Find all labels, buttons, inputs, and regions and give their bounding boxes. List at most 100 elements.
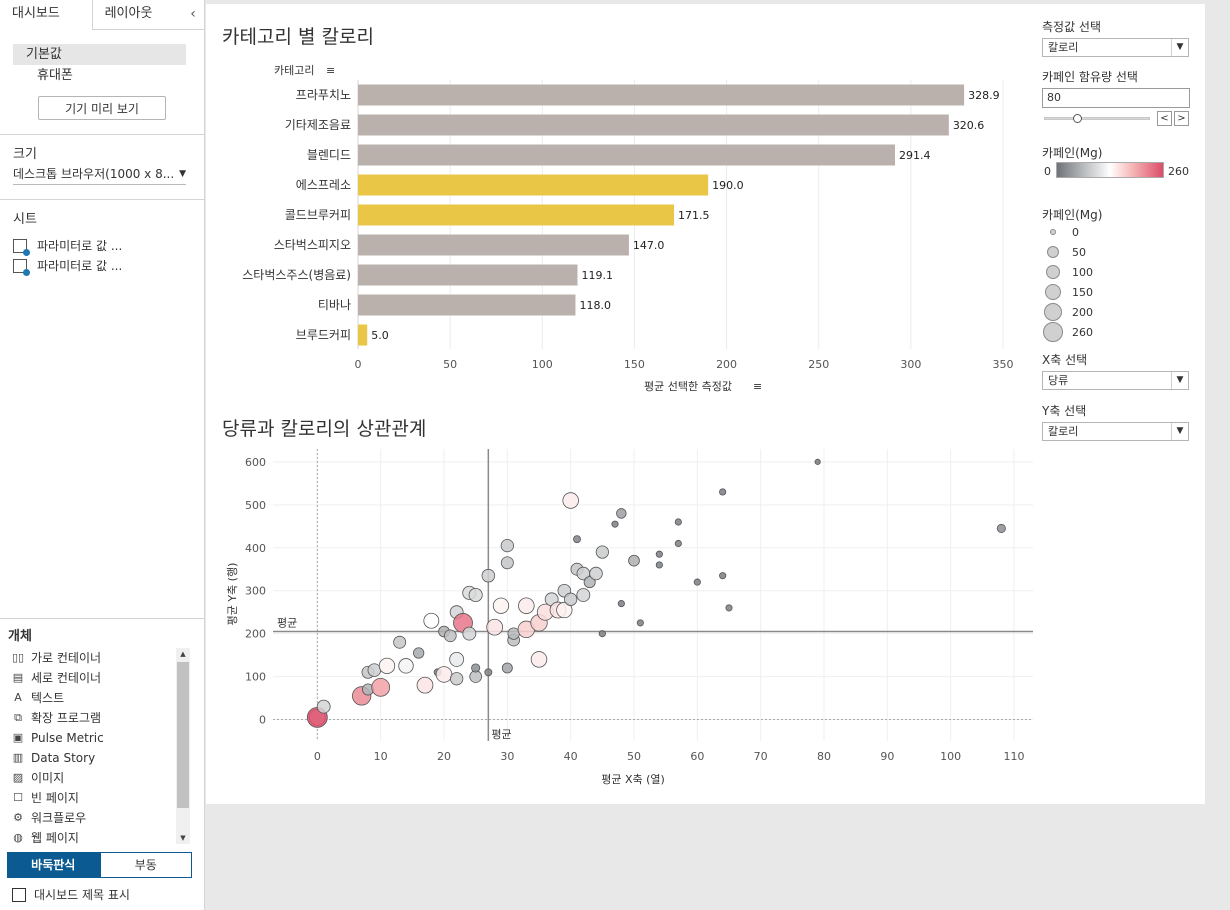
bar-category-label: 블렌디드 [307, 148, 351, 162]
scatter-point [573, 535, 581, 544]
scatter-point [725, 604, 733, 612]
object-item[interactable]: ▯▯ 가로 컨테이너 [0, 648, 191, 668]
scatter-point [518, 597, 535, 614]
bar-category-label: 프라푸치노 [296, 88, 351, 102]
object-label: Data Story [31, 751, 96, 765]
tiled-button[interactable]: 바둑판식 [7, 852, 100, 878]
bar-x-tick-label: 250 [808, 358, 829, 371]
sheet-item[interactable]: 파라미터로 값 ... [0, 236, 204, 256]
image-icon: ▨ [12, 771, 24, 784]
object-item[interactable]: ▥ Data Story [0, 748, 191, 768]
bar-category-label: 에스프레소 [296, 178, 351, 192]
scatter-point [416, 676, 434, 694]
object-item[interactable]: ▨ 이미지 [0, 768, 191, 788]
bar-x-tick-label: 100 [532, 358, 553, 371]
caffeine-param-input[interactable]: 80 [1042, 88, 1190, 108]
floating-button[interactable]: 부동 [99, 852, 192, 878]
vertical-container-icon: ▤ [12, 671, 24, 684]
size-legend-dot [1050, 229, 1056, 235]
collapse-panel-icon[interactable]: ‹ [182, 0, 204, 29]
layout-mode-toggle: 바둑판식 부동 [7, 852, 192, 878]
bar-category-label: 스타벅스피지오 [274, 238, 351, 252]
object-label: Pulse Metric [31, 731, 104, 745]
scroll-down-icon[interactable]: ▼ [176, 832, 190, 844]
scatter-point [371, 677, 391, 697]
scroll-up-icon[interactable]: ▲ [176, 648, 190, 660]
scatter-point [589, 566, 603, 581]
scatter-x-tick-label: 110 [1004, 750, 1025, 763]
bar-value-label: 5.0 [371, 329, 389, 342]
scatter-point [564, 592, 578, 606]
scatter-point [562, 492, 579, 509]
scatter-y-tick-label: 300 [245, 585, 266, 598]
checkbox-icon [12, 887, 26, 902]
caffeine-param-label: 카페인 함유량 선택 [1042, 70, 1138, 84]
object-item[interactable]: ▤ 세로 컨테이너 [0, 668, 191, 688]
object-item[interactable]: ◍ 웹 페이지 [0, 828, 191, 844]
scatter-point [719, 572, 727, 580]
scatter-point [693, 578, 701, 586]
scatter-y-tick-label: 200 [245, 628, 266, 641]
scatter-y-tick-label: 500 [245, 499, 266, 512]
scatter-point [484, 668, 493, 677]
scatter-point [814, 458, 821, 465]
scatter-point [996, 523, 1006, 533]
x-axis-dropdown[interactable]: 당류 ▼ [1042, 371, 1189, 390]
y-axis-dropdown-value: 칼로리 [1048, 425, 1079, 438]
device-phone[interactable]: 휴대폰 [13, 65, 186, 86]
size-legend-item: 260 [1042, 322, 1093, 342]
chevron-down-icon: ▼ [1171, 39, 1188, 56]
scatter-point [501, 662, 513, 674]
caffeine-slider-thumb[interactable] [1072, 114, 1082, 123]
bar-value-label: 291.4 [899, 149, 931, 162]
y-axis-dropdown[interactable]: 칼로리 ▼ [1042, 422, 1189, 441]
chevron-down-icon: ▼ [1171, 423, 1188, 440]
bar-value-label: 118.0 [579, 299, 611, 312]
scatter-x-tick-label: 0 [314, 750, 321, 763]
scatter-point [481, 568, 496, 583]
bar [358, 114, 949, 136]
size-legend-swatch [1042, 322, 1064, 342]
measure-dropdown[interactable]: 칼로리 ▼ [1042, 38, 1189, 57]
bar-x-tick-label: 200 [716, 358, 737, 371]
scatter-point [492, 597, 510, 614]
device-default[interactable]: 기본값 [13, 44, 186, 65]
object-item[interactable]: A 텍스트 [0, 688, 191, 708]
bar [358, 84, 965, 106]
size-dropdown-value: 데스크톱 브라우저(1000 x 8... [13, 167, 175, 181]
scatter-point [398, 658, 414, 674]
scatter-x-tick-label: 20 [437, 750, 451, 763]
size-dropdown[interactable]: 데스크톱 브라우저(1000 x 8... ▼ [13, 163, 186, 185]
tab-layout[interactable]: 레이아웃 [93, 0, 183, 30]
scatter-x-tick-label: 10 [374, 750, 388, 763]
size-legend-dot [1046, 245, 1060, 259]
sheet-item[interactable]: 파라미터로 값 ... [0, 256, 204, 276]
device-preview-button[interactable]: 기기 미리 보기 [38, 96, 166, 120]
bar [358, 294, 576, 316]
bar [358, 174, 709, 196]
object-item[interactable]: ☐ 빈 페이지 [0, 788, 191, 808]
show-dashboard-title-checkbox[interactable]: 대시보드 제목 표시 [12, 886, 130, 903]
size-legend-item: 200 [1042, 302, 1093, 322]
caffeine-slider-track[interactable] [1044, 117, 1150, 120]
objects-scrollbar[interactable]: ▲ ▼ [176, 648, 190, 844]
scroll-thumb[interactable] [177, 662, 189, 808]
color-legend-title: 카페인(Mg) [1042, 146, 1103, 160]
increment-icon[interactable]: > [1174, 111, 1189, 126]
blank-icon: ☐ [13, 791, 23, 804]
object-item[interactable]: ⧉ 확장 프로그램 [0, 708, 191, 728]
measure-select-label: 측정값 선택 [1042, 20, 1102, 34]
object-label: 세로 컨테이너 [31, 671, 102, 685]
object-item[interactable]: ⚙ 워크플로우 [0, 808, 191, 828]
scatter-point [655, 550, 663, 558]
object-item[interactable]: ▣ Pulse Metric [0, 728, 191, 748]
bar-category-label: 브루드커피 [296, 328, 351, 342]
bar-category-label: 기타제조음료 [285, 118, 351, 132]
scatter-point [393, 635, 407, 649]
decrement-icon[interactable]: < [1157, 111, 1172, 126]
data-story-icon: ▥ [12, 751, 24, 764]
objects-section-title: 개체 [8, 629, 32, 644]
bar-category-label: 콜드브루커피 [285, 208, 351, 222]
tab-dashboard[interactable]: 대시보드 [0, 0, 93, 30]
bar-chart: 0 50 100 150 200 250 300 350 카테고리 ≡ 프라푸치노 328.9 기타제조… [242, 64, 1013, 393]
